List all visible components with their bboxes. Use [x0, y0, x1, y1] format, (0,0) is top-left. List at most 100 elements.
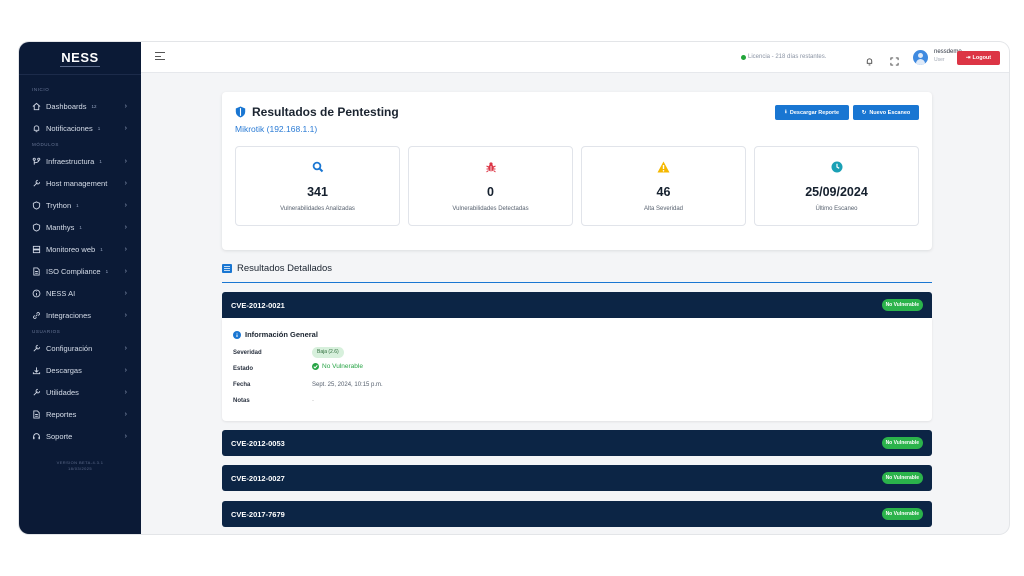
- sidebar-item-badge: 1: [76, 202, 79, 208]
- sidebar-item-descargas[interactable]: Descargas ›: [19, 359, 141, 381]
- logout-icon: ⇥: [965, 55, 971, 61]
- chevron-right-icon: ›: [124, 223, 127, 231]
- sidebar-item-monitoreo-web[interactable]: Monitoreo web 1 ›: [19, 238, 141, 260]
- sidebar-item-configuracion[interactable]: Configuración ›: [19, 337, 141, 359]
- cve-row-header[interactable]: CVE-2012-0021 No Vulnerable: [222, 292, 932, 318]
- sidebar-item-dashboards[interactable]: Dashboards 12 ›: [19, 95, 141, 117]
- new-scan-label: Nuevo Escaneo: [869, 109, 911, 116]
- sidebar-item-label: Trython: [46, 200, 72, 210]
- download-icon: ⭳: [784, 109, 787, 115]
- chevron-right-icon: ›: [124, 410, 127, 418]
- cve-row-header[interactable]: CVE-2017-7679 No Vulnerable: [222, 501, 932, 527]
- sidebar-item-host-management[interactable]: Host management ›: [19, 172, 141, 194]
- chevron-right-icon: ›: [124, 388, 127, 396]
- network-icon: [31, 156, 41, 166]
- sidebar-item-utilidades[interactable]: Utilidades ›: [19, 381, 141, 403]
- sidebar-item-label: ISO Compliance: [46, 266, 101, 276]
- stat-card-detected: 0 Vulnerabilidades Detectadas: [408, 146, 573, 226]
- stat-card-analyzed: 341 Vulnerabilidades Analizadas: [235, 146, 400, 226]
- logout-label: Logout: [972, 55, 992, 61]
- general-info-heading: Información General: [233, 330, 318, 339]
- sidebar-item-ness-ai[interactable]: NESS AI ›: [19, 282, 141, 304]
- app-name: NESS: [61, 49, 99, 65]
- sidebar-item-badge: 1: [100, 246, 103, 252]
- refresh-icon: ↻: [861, 109, 867, 116]
- clock-icon: [755, 161, 918, 173]
- download-icon: [31, 365, 41, 375]
- severity-badge: Baja (2.6): [312, 347, 344, 358]
- bell-icon[interactable]: [865, 53, 874, 66]
- bell-icon: [31, 123, 41, 133]
- sidebar-item-trython[interactable]: Trython 1 ›: [19, 194, 141, 216]
- sidebar-item-label: Monitoreo web: [46, 244, 96, 254]
- state-value: No Vulnerable: [322, 363, 363, 370]
- sidebar-item-integraciones[interactable]: Integraciones ›: [19, 304, 141, 326]
- sidebar-item-iso-compliance[interactable]: ISO Compliance 1 ›: [19, 260, 141, 282]
- sidebar-item-badge: 1: [79, 224, 82, 230]
- cve-id: CVE-2017-7679: [231, 510, 285, 519]
- date-value: Sept. 25, 2024, 10:15 p.m.: [312, 382, 383, 388]
- chevron-right-icon: ›: [124, 289, 127, 297]
- date-label: Fecha: [233, 382, 251, 388]
- chevron-right-icon: ›: [124, 201, 127, 209]
- sidebar-item-label: Manthys: [46, 222, 75, 232]
- notes-value: -: [312, 398, 314, 404]
- page-title: Resultados de Pentesting: [252, 105, 399, 119]
- sidebar-item-manthys[interactable]: Manthys 1 ›: [19, 216, 141, 238]
- stat-label: Vulnerabilidades Detectadas: [452, 206, 529, 212]
- tools-icon: [31, 387, 41, 397]
- shield-icon: [31, 200, 41, 210]
- info-icon: [233, 330, 241, 339]
- chevron-right-icon: ›: [124, 366, 127, 374]
- download-report-button[interactable]: ⭳ Descargar Reporte: [775, 105, 849, 120]
- fullscreen-icon[interactable]: [890, 53, 899, 66]
- info-icon: [31, 288, 41, 298]
- sidebar-item-label: Infraestructura: [46, 156, 95, 166]
- user-role: User: [934, 57, 945, 63]
- new-scan-button[interactable]: ↻ Nuevo Escaneo: [853, 105, 919, 120]
- sidebar-item-notificaciones[interactable]: Notificaciones 1 ›: [19, 117, 141, 139]
- sidebar-section-usuarios: USUARIOS: [32, 329, 61, 334]
- sidebar-item-label: Host management: [46, 178, 108, 188]
- chevron-right-icon: ›: [124, 311, 127, 319]
- target-device: Mikrotik (192.168.1.1): [235, 124, 318, 134]
- cve-id: CVE-2012-0027: [231, 474, 285, 483]
- sidebar-item-reportes[interactable]: Reportes ›: [19, 403, 141, 425]
- detailed-results-title: Resultados Detallados: [237, 263, 333, 274]
- stat-value: 341: [307, 185, 328, 199]
- cve-row-header[interactable]: CVE-2012-0027 No Vulnerable: [222, 465, 932, 491]
- app-logo[interactable]: NESS: [19, 42, 141, 75]
- search-icon: [236, 161, 399, 173]
- sidebar-section-inicio: INICIO: [32, 87, 50, 92]
- sidebar-item-badge: 1: [105, 268, 109, 274]
- avatar[interactable]: [913, 50, 928, 65]
- document-icon: [31, 266, 41, 276]
- sidebar-item-infraestructura[interactable]: Infraestructura 1 ›: [19, 150, 141, 172]
- cve-row-header[interactable]: CVE-2012-0053 No Vulnerable: [222, 430, 932, 456]
- stat-value: 46: [656, 185, 671, 199]
- stat-card-high-severity: 46 Alta Severidad: [581, 146, 746, 226]
- document-icon: [31, 409, 41, 419]
- sidebar-item-badge: 1: [99, 158, 102, 164]
- warning-icon: [582, 161, 745, 173]
- cve-id: CVE-2012-0053: [231, 439, 285, 448]
- tools-icon: [31, 178, 41, 188]
- sidebar-item-label: Descargas: [46, 365, 82, 375]
- sidebar-item-soporte[interactable]: Soporte ›: [19, 425, 141, 447]
- menu-toggle-icon[interactable]: [155, 52, 165, 63]
- stat-value: 25/09/2024: [805, 185, 868, 199]
- status-badge: No Vulnerable: [881, 472, 923, 484]
- download-report-label: Descargar Reporte: [789, 109, 840, 116]
- shield-icon: [235, 106, 246, 118]
- license-status: Licencia - 218 días restantes.: [741, 54, 826, 60]
- sidebar-item-label: Soporte: [46, 431, 73, 441]
- logout-button[interactable]: ⇥ Logout: [957, 51, 1000, 65]
- chevron-right-icon: ›: [124, 102, 127, 110]
- chevron-right-icon: ›: [124, 157, 127, 165]
- sidebar-item-label: Reportes: [46, 409, 77, 419]
- stat-label: Alta Severidad: [643, 206, 684, 212]
- severity-label: Severidad: [233, 350, 262, 356]
- server-icon: [31, 244, 41, 254]
- stat-label: Último Escaneo: [815, 206, 858, 212]
- license-status-dot: [741, 54, 746, 60]
